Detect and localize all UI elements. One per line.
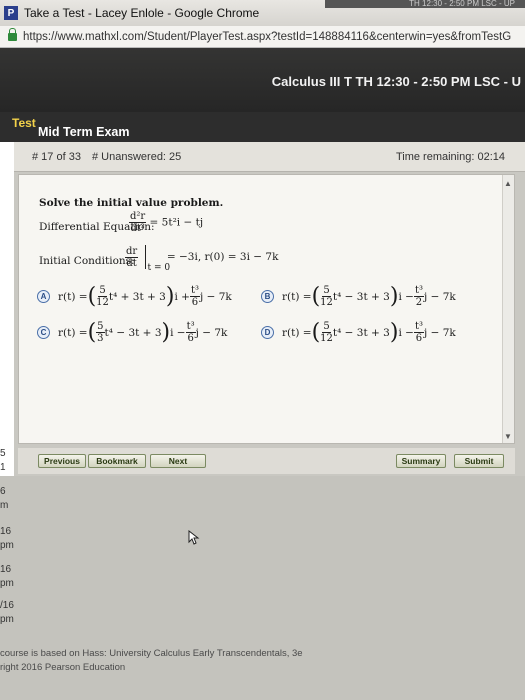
left-brace-icon: (: [87, 319, 97, 345]
question-status-bar: # 17 of 33 # Unanswered: 25 Time remaini…: [14, 142, 525, 172]
option-d-lhs: r(t) =: [282, 326, 312, 339]
test-header: Test Mid Term Exam: [0, 112, 525, 142]
de-numerator: d²r: [129, 211, 147, 223]
option-d-mid: t⁴ − 3t + 3: [332, 326, 390, 339]
ic-label: Initial Conditions:: [39, 255, 135, 267]
bookmark-button[interactable]: Bookmark: [88, 454, 146, 468]
option-b-tail: j − 7k: [424, 290, 456, 303]
question-number[interactable]: # 17 of 33: [32, 151, 81, 163]
option-a-frac2-den: 6: [191, 297, 199, 308]
side-fragment: /16: [0, 600, 14, 611]
next-button[interactable]: Next: [150, 454, 206, 468]
option-a-lhs: r(t) =: [58, 290, 88, 303]
option-c-radio[interactable]: C: [37, 326, 50, 339]
previous-button[interactable]: Previous: [38, 454, 86, 468]
option-c-frac2-num: t³: [185, 321, 196, 333]
option-b-lhs: r(t) =: [282, 290, 312, 303]
question-intro: Solve the initial value problem.: [39, 197, 224, 209]
option-c-close: i −: [170, 326, 186, 339]
left-brace-icon: (: [311, 319, 321, 345]
background-window-fragment: TH 12:30 - 2:50 PM LSC - UP: [325, 0, 525, 8]
ic-rhs: = −3i, r(0) = 3i − 7k: [166, 251, 279, 263]
option-a-radio[interactable]: A: [37, 290, 50, 303]
window-title: Take a Test - Lacey Enlole - Google Chro…: [24, 6, 260, 20]
option-a-frac1-num: 5: [98, 285, 107, 297]
footer-copyright: right 2016 Pearson Education: [0, 662, 126, 673]
side-fragment: 6: [0, 486, 6, 497]
option-d-frac2-num: t³: [413, 321, 424, 333]
ic-numerator: dr: [125, 245, 139, 258]
submit-button[interactable]: Submit: [454, 454, 504, 468]
option-c-frac1-den: 3: [97, 333, 104, 344]
right-brace-icon: ): [161, 319, 171, 345]
test-label: Test: [12, 116, 36, 130]
side-fragment: pm: [0, 578, 14, 589]
side-fragment: 16: [0, 564, 12, 575]
ic-denominator: dt: [126, 257, 137, 269]
differential-equation: d²r dt² = 5t²i − tj: [129, 211, 203, 234]
question-scrollbar[interactable]: ▲ ▼: [502, 175, 514, 443]
option-b-frac2-den: 2: [415, 297, 423, 308]
ic-subscript: t = 0: [147, 263, 171, 273]
option-b-frac2-num: t³: [413, 285, 424, 297]
option-d[interactable]: D r(t) = ( 5 12 t⁴ − 3t + 3 ) i − t³ 6 j −…: [261, 321, 456, 344]
side-fragment: pm: [0, 614, 14, 625]
option-a-mid: t⁴ + 3t + 3: [108, 290, 166, 303]
option-a-frac2-num: t³: [189, 285, 200, 297]
side-fragment: m: [0, 500, 9, 511]
option-b[interactable]: B r(t) = ( 5 12 t⁴ − 3t + 3 ) i − t³ 2 j −…: [261, 285, 456, 308]
option-c-frac2-den: 6: [187, 333, 194, 344]
option-b-frac1-den: 12: [320, 297, 333, 308]
course-title: Calculus III T TH 12:30 - 2:50 PM LSC - …: [271, 74, 521, 89]
de-rhs: = 5t²i − tj: [149, 216, 204, 229]
option-c[interactable]: C r(t) = ( 53 t⁴ − 3t + 3 ) i − t³ 6 j − …: [37, 321, 227, 344]
scroll-down-icon[interactable]: ▼: [504, 432, 512, 441]
option-d-close: i −: [398, 326, 414, 339]
option-a-tail: j − 7k: [200, 290, 232, 303]
mouse-pointer-icon: [188, 530, 200, 545]
option-d-tail: j − 7k: [424, 326, 456, 339]
scroll-up-icon[interactable]: ▲: [504, 179, 512, 188]
question-panel: Solve the initial value problem. Differe…: [18, 174, 515, 444]
de-denominator: dt²: [130, 223, 145, 234]
option-d-frac1-num: 5: [322, 321, 331, 333]
option-c-tail: j − 7k: [195, 326, 228, 339]
option-c-lhs: r(t) =: [58, 326, 88, 339]
unanswered-count[interactable]: # Unanswered: 25: [92, 151, 181, 163]
option-c-frac1-num: 5: [96, 321, 105, 333]
initial-conditions: dr dt t = 0 = −3i, r(0) = 3i − 7k: [125, 245, 279, 273]
exam-title: Mid Term Exam: [38, 125, 130, 139]
lock-icon: [8, 27, 17, 41]
evaluation-bar: t = 0: [144, 245, 170, 273]
side-fragment: 16: [0, 526, 12, 537]
side-fragment: 1: [0, 462, 6, 473]
option-b-mid: t⁴ − 3t + 3: [332, 290, 390, 303]
option-a-frac1-den: 12: [96, 297, 109, 308]
option-c-mid: t⁴ − 3t + 3: [104, 326, 162, 339]
option-b-close: i −: [398, 290, 414, 303]
url-text[interactable]: https://www.mathxl.com/Student/PlayerTes…: [23, 31, 511, 43]
option-b-radio[interactable]: B: [261, 290, 274, 303]
summary-button[interactable]: Summary: [396, 454, 446, 468]
address-bar[interactable]: https://www.mathxl.com/Student/PlayerTes…: [0, 26, 525, 48]
option-d-radio[interactable]: D: [261, 326, 274, 339]
right-brace-icon: ): [389, 283, 399, 309]
option-a[interactable]: A r(t) = ( 5 12 t⁴ + 3t + 3 ) i + t³ 6 j −…: [37, 285, 232, 308]
footer-credit: course is based on Hass: University Calc…: [0, 648, 303, 659]
navigation-bar: Previous Bookmark Next Summary Submit: [18, 448, 515, 474]
side-fragment: 5: [0, 448, 6, 459]
right-brace-icon: ): [165, 283, 175, 309]
left-brace-icon: (: [87, 283, 97, 309]
option-a-close: i +: [174, 290, 190, 303]
app-icon: P: [4, 6, 18, 20]
window-titlebar: P Take a Test - Lacey Enlole - Google Ch…: [0, 0, 525, 26]
option-d-frac1-den: 12: [320, 333, 333, 344]
option-d-frac2-den: 6: [415, 333, 423, 344]
right-brace-icon: ): [389, 319, 399, 345]
left-brace-icon: (: [311, 283, 321, 309]
time-remaining: Time remaining: 02:14: [395, 151, 505, 163]
side-fragment: pm: [0, 540, 14, 551]
option-b-frac1-num: 5: [322, 285, 331, 297]
course-banner: Calculus III T TH 12:30 - 2:50 PM LSC - …: [0, 48, 525, 112]
